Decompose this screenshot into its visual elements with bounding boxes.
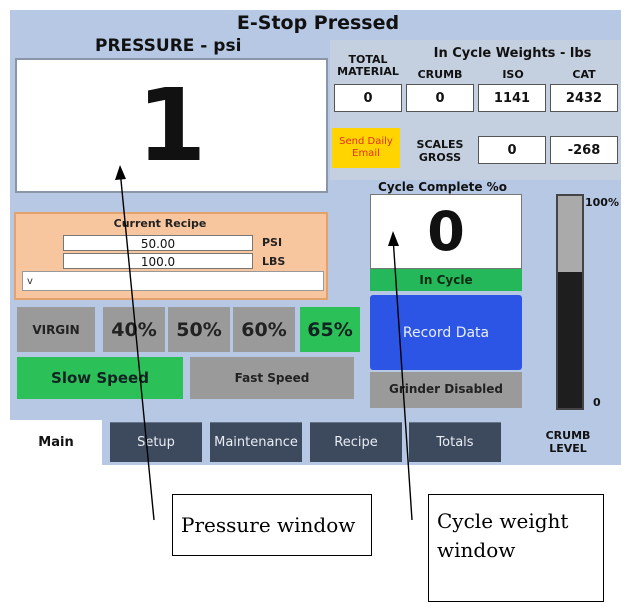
pressure-arrow-line bbox=[119, 169, 155, 521]
cycle-arrowhead bbox=[388, 231, 399, 246]
callout-arrows bbox=[115, 165, 413, 521]
pressure-arrowhead bbox=[115, 165, 126, 180]
cycle-arrow-line bbox=[392, 236, 413, 521]
